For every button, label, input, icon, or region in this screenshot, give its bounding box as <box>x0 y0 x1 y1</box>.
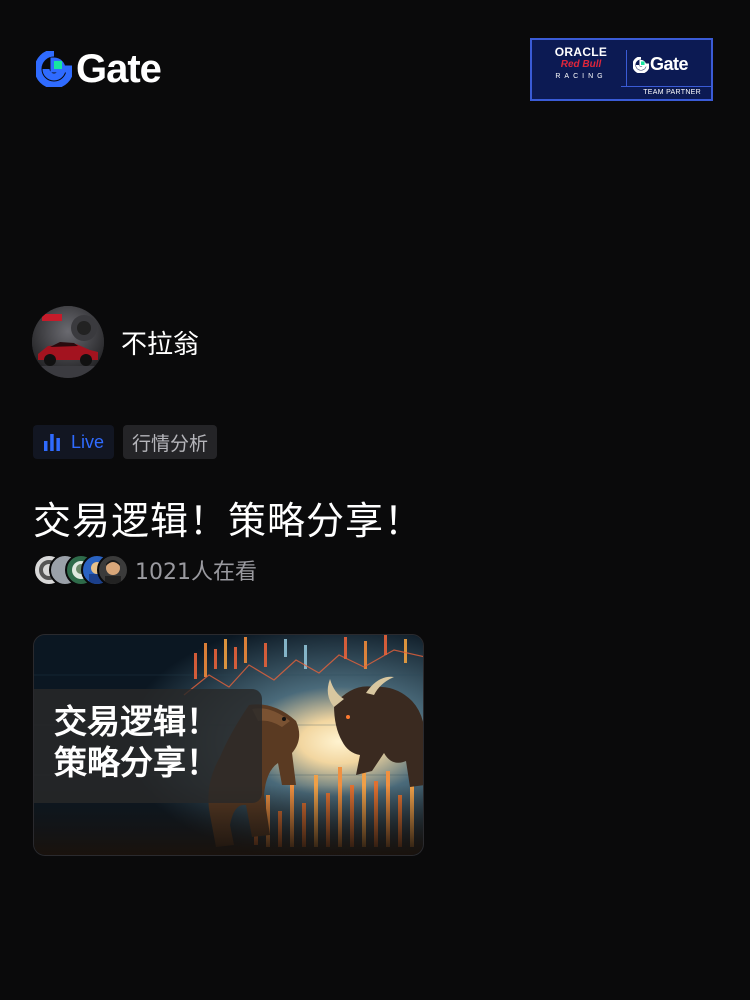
viewers-row: 1021人在看 <box>33 554 257 586</box>
partner-gate-label: Gate <box>650 54 689 74</box>
partner-divider <box>626 50 627 86</box>
viewer-avatars <box>33 554 129 586</box>
team-partner-badge: ORACLE Red Bull RACING Gate TEAM PARTNER <box>530 38 713 101</box>
stream-title[interactable]: 交易逻辑！策略分享！ <box>33 490 423 545</box>
team-partner-label: TEAM PARTNER <box>621 86 711 99</box>
cover-title-line2: 策略分享！ <box>54 743 219 782</box>
cover-title-line1: 交易逻辑！ <box>54 702 219 741</box>
host-info[interactable]: 不拉翁 <box>32 306 199 378</box>
gate-small-icon <box>633 56 649 73</box>
live-label: Live <box>71 431 105 452</box>
racing-label: RACING <box>555 73 607 80</box>
live-badge: Live <box>33 425 115 459</box>
car-avatar-icon <box>32 306 104 378</box>
viewer-count: 1021人在看 <box>135 560 257 585</box>
host-name[interactable]: 不拉翁 <box>121 324 199 361</box>
gate-logo: Gate <box>36 47 162 91</box>
host-avatar[interactable] <box>32 306 104 378</box>
oracle-label: ORACLE <box>554 45 608 59</box>
viewer-avatar <box>97 554 129 586</box>
brand-name: Gate <box>76 47 162 91</box>
category-tag[interactable]: 行情分析 <box>123 425 218 459</box>
stream-tags: Live 行情分析 <box>33 425 218 459</box>
bar-chart-icon <box>44 434 60 451</box>
redbull-label: Red Bull <box>560 59 602 70</box>
stream-cover[interactable]: 交易逻辑！ 策略分享！ <box>33 634 424 856</box>
gate-logo-icon <box>36 51 72 87</box>
